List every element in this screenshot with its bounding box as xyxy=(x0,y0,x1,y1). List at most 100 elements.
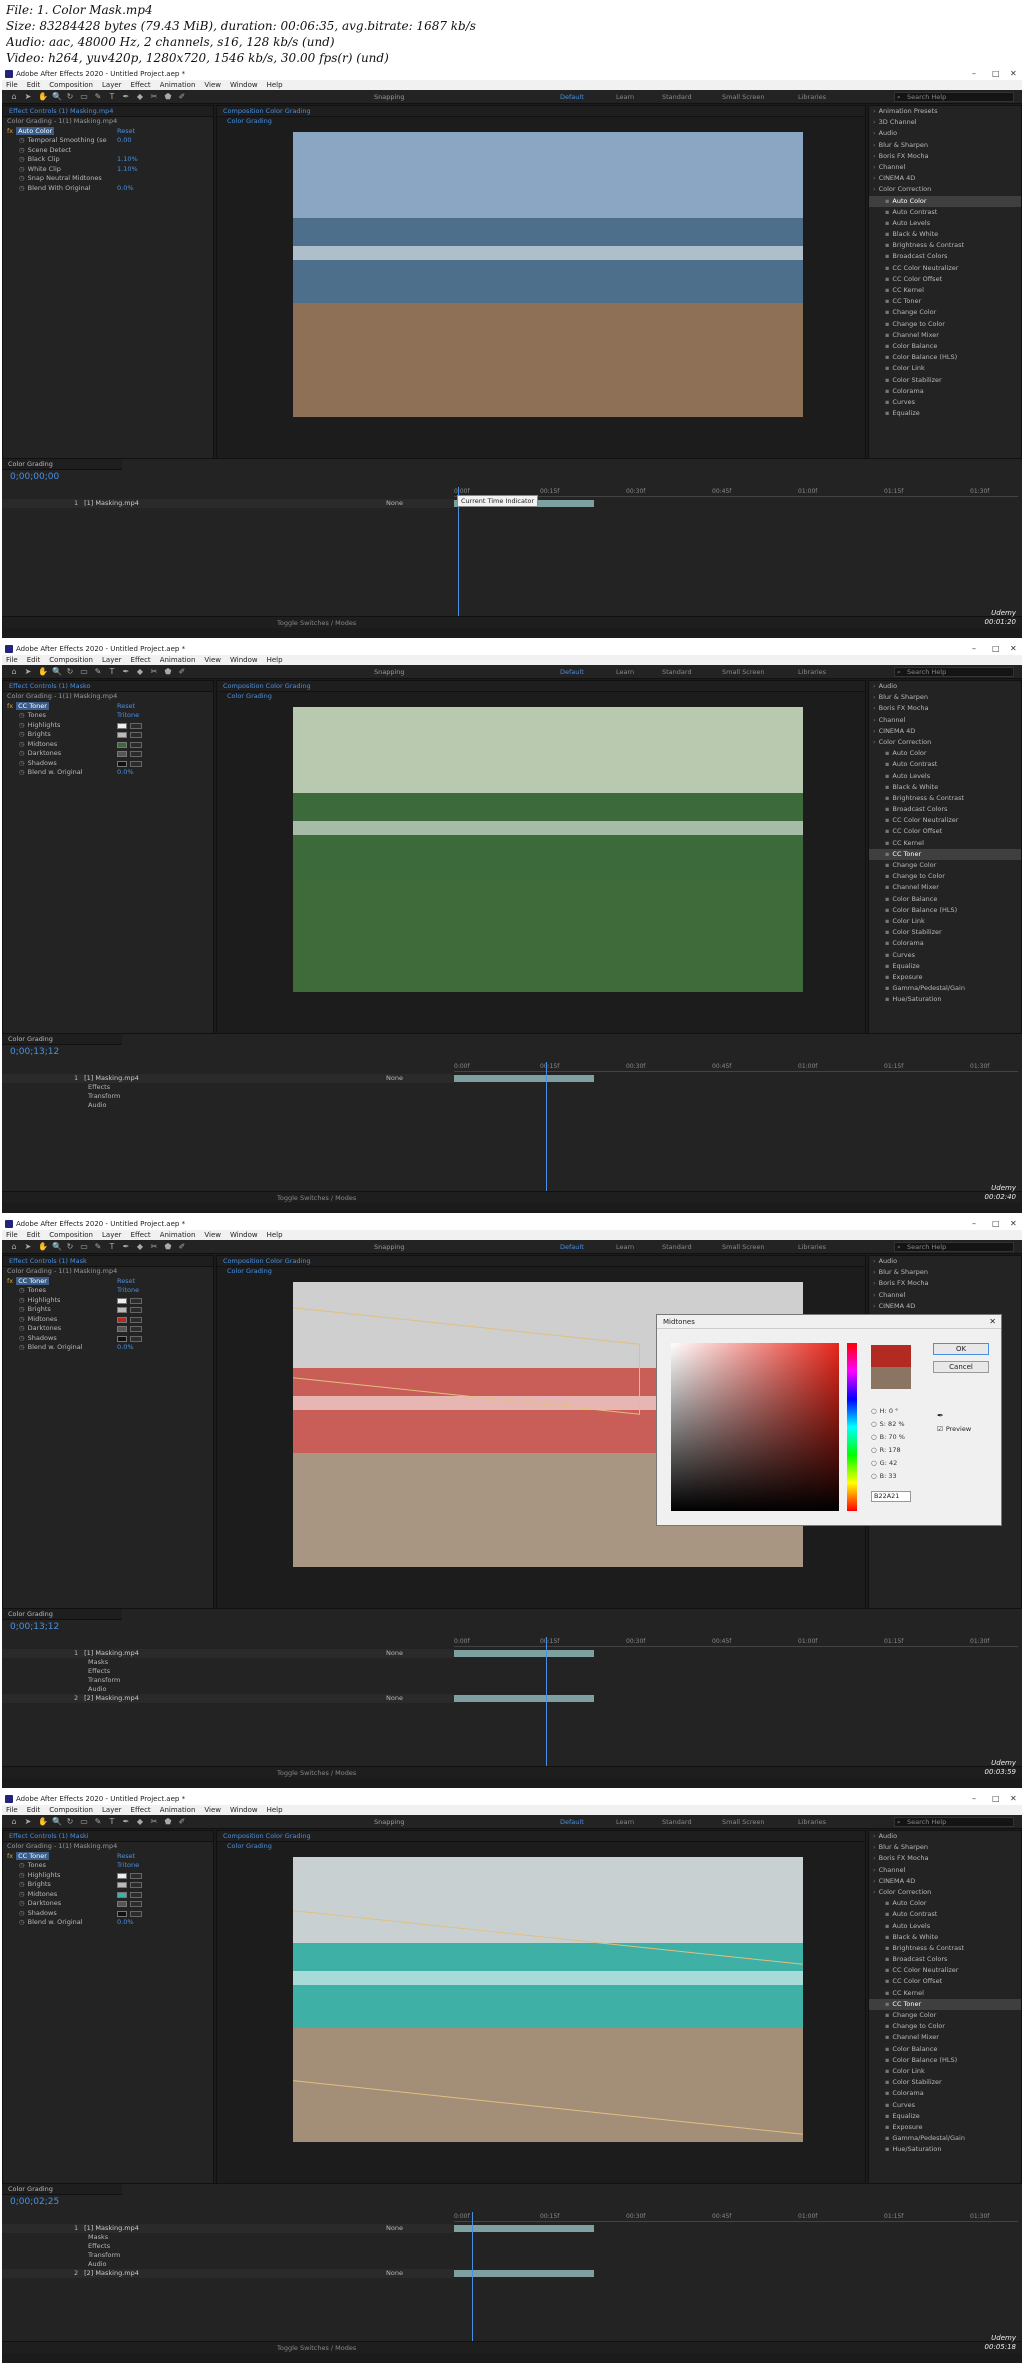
effect-property-row[interactable]: ◷ Shadows xyxy=(3,1334,213,1344)
property-value[interactable]: 0.0% xyxy=(117,768,134,778)
effect-property-row[interactable]: ◷ Snap Neutral Midtones xyxy=(3,174,213,184)
pen-tool-icon[interactable]: ✎ xyxy=(94,93,102,101)
effect-header-row[interactable]: fx Auto Color Reset xyxy=(3,126,213,137)
workspace-tab[interactable]: Small Screen xyxy=(722,1243,764,1251)
type-tool-icon[interactable]: T xyxy=(108,1243,116,1251)
roto-brush-icon[interactable]: ⬟ xyxy=(164,1818,172,1826)
color-swatch[interactable] xyxy=(117,1891,127,1898)
menu-item[interactable]: Animation xyxy=(160,1806,196,1814)
effect-item[interactable]: ▪ Color Balance (HLS) xyxy=(869,905,1021,916)
effect-category[interactable]: ›Color Correction xyxy=(869,737,1021,748)
menu-item[interactable]: Edit xyxy=(27,1806,41,1814)
effect-reset-link[interactable]: Reset xyxy=(117,127,135,137)
stopwatch-icon[interactable]: ◷ xyxy=(19,136,25,144)
zoom-tool-icon[interactable]: 🔍 xyxy=(52,93,62,101)
layer-row[interactable]: 1 [1] Masking.mp4 None xyxy=(2,1074,454,1083)
eyedropper-icon[interactable] xyxy=(130,760,142,767)
stopwatch-icon[interactable]: ◷ xyxy=(19,1296,25,1304)
effect-header-row[interactable]: fx CC Toner Reset xyxy=(3,1851,213,1862)
composition-tab[interactable]: Composition Color Grading xyxy=(217,1256,865,1267)
workspace-tab[interactable]: Standard xyxy=(662,93,692,101)
effect-item[interactable]: ▪ CC Kernel xyxy=(869,285,1021,296)
effect-property-row[interactable]: ◷ Highlights xyxy=(3,721,213,731)
layer-property-group[interactable]: Effects xyxy=(2,1667,454,1676)
property-value[interactable]: 0.0% xyxy=(117,1343,134,1353)
selection-tool-icon[interactable]: ➤ xyxy=(24,668,32,676)
time-ruler[interactable]: 0:00f 00:15f 00:30f 00:45f 01:00f 01:15f 01:30… xyxy=(454,487,1018,497)
layer-duration-bar[interactable] xyxy=(454,1695,594,1702)
timeline-tab[interactable]: Color Grading xyxy=(2,459,122,470)
workspace-tab[interactable]: Learn xyxy=(616,1243,634,1251)
rectangle-tool-icon[interactable]: ▭ xyxy=(80,668,88,676)
maximize-icon[interactable]: □ xyxy=(992,1793,1000,1805)
composition-tab[interactable]: Composition Color Grading xyxy=(217,681,865,692)
menu-item[interactable]: Animation xyxy=(160,1231,196,1239)
stopwatch-icon[interactable]: ◷ xyxy=(19,1286,25,1294)
menu-item[interactable]: Animation xyxy=(160,81,196,89)
menu-item[interactable]: File xyxy=(6,1231,18,1239)
effect-category[interactable]: › Channel xyxy=(869,162,1021,173)
eyedropper-icon[interactable] xyxy=(130,1891,142,1898)
layer-property-group[interactable]: Transform xyxy=(2,2251,454,2260)
effect-item[interactable]: ▪ Brightness & Contrast xyxy=(869,793,1021,804)
effect-property-row[interactable]: ◷ Darktones xyxy=(3,749,213,759)
eyedropper-icon[interactable] xyxy=(130,741,142,748)
layer-parent-dropdown[interactable]: None xyxy=(386,499,403,508)
snapping-label[interactable]: Snapping xyxy=(374,1818,405,1826)
stopwatch-icon[interactable]: ◷ xyxy=(19,155,25,163)
effect-property-row[interactable]: ◷ Midtones xyxy=(3,1890,213,1900)
effect-category[interactable]: › Blur & Sharpen xyxy=(869,140,1021,151)
eyedropper-icon[interactable] xyxy=(130,722,142,729)
effect-category[interactable]: › Channel xyxy=(869,1290,1021,1301)
property-value[interactable]: 0.0% xyxy=(117,184,134,194)
layer-property-group[interactable]: Audio xyxy=(2,2260,454,2269)
color-value-field[interactable]: ○ H: 0 ° xyxy=(871,1407,898,1415)
effect-reset-link[interactable]: Reset xyxy=(117,702,135,712)
effect-item[interactable]: ▪ Color Stabilizer xyxy=(869,2077,1021,2088)
close-icon[interactable]: ✕ xyxy=(1010,1218,1017,1230)
menu-item[interactable]: Edit xyxy=(27,81,41,89)
stopwatch-icon[interactable]: ◷ xyxy=(19,1343,25,1351)
effect-item[interactable]: ▪ Curves xyxy=(869,2100,1021,2111)
menu-item[interactable]: Effect xyxy=(131,1806,151,1814)
hand-tool-icon[interactable]: ✋ xyxy=(38,93,48,101)
workspace-tab[interactable]: Small Screen xyxy=(722,1818,764,1826)
help-search-input[interactable]: Search Help ⌕ xyxy=(894,1242,1014,1252)
clone-stamp-icon[interactable]: ◆ xyxy=(136,1243,144,1251)
comp-subtab[interactable]: Color Grading xyxy=(217,117,865,127)
toggle-switches-modes[interactable]: Toggle Switches / Modes xyxy=(277,1767,356,1779)
saturation-brightness-field[interactable] xyxy=(671,1343,839,1511)
effect-item[interactable]: ▪Auto Color xyxy=(869,195,1021,207)
workspace-tab[interactable]: Learn xyxy=(616,1818,634,1826)
workspace-tab[interactable]: Standard xyxy=(662,1818,692,1826)
effect-item[interactable]: ▪ Hue/Saturation xyxy=(869,994,1021,1005)
menu-item[interactable]: Layer xyxy=(102,656,122,664)
effect-item[interactable]: ▪Auto Contrast xyxy=(869,759,1021,770)
toggle-switches-modes[interactable]: Toggle Switches / Modes xyxy=(277,2342,356,2354)
effect-item[interactable]: ▪ Channel Mixer xyxy=(869,882,1021,893)
workspace-tab[interactable]: Standard xyxy=(662,668,692,676)
timecode-display[interactable]: 0;00;02;25 xyxy=(10,2197,59,2207)
stopwatch-icon[interactable]: ◷ xyxy=(19,1861,25,1869)
eyedropper-icon[interactable] xyxy=(130,751,142,757)
snapping-label[interactable]: Snapping xyxy=(374,93,405,101)
effect-property-row[interactable]: ◷ Tones Tritone xyxy=(3,1286,213,1296)
stopwatch-icon[interactable]: ◷ xyxy=(19,1334,25,1342)
effect-item[interactable]: ▪ Equalize xyxy=(869,408,1021,419)
effect-item[interactable]: ▪Auto Contrast xyxy=(869,207,1021,218)
layer-parent-dropdown[interactable]: None xyxy=(386,1074,403,1083)
effect-item[interactable]: ▪ Black & White xyxy=(869,782,1021,793)
snapping-label[interactable]: Snapping xyxy=(374,1243,405,1251)
stopwatch-icon[interactable]: ◷ xyxy=(19,1305,25,1313)
effect-item[interactable]: ▪ CC Color Neutralizer xyxy=(869,815,1021,826)
menu-item[interactable]: Window xyxy=(230,656,258,664)
effect-property-row[interactable]: ◷ Brights xyxy=(3,1880,213,1890)
effect-item[interactable]: ▪ Broadcast Colors xyxy=(869,251,1021,262)
workspace-tab[interactable]: Small Screen xyxy=(722,668,764,676)
effect-item[interactable]: ▪ CC Color Offset xyxy=(869,274,1021,285)
layer-parent-dropdown[interactable]: None xyxy=(386,2269,403,2278)
comp-subtab[interactable]: Color Grading xyxy=(217,1267,865,1277)
effect-item[interactable]: ▪ Change Color xyxy=(869,307,1021,318)
preview-checkbox[interactable]: ☑ Preview xyxy=(937,1425,971,1433)
effect-item[interactable]: ▪ Change to Color xyxy=(869,319,1021,330)
